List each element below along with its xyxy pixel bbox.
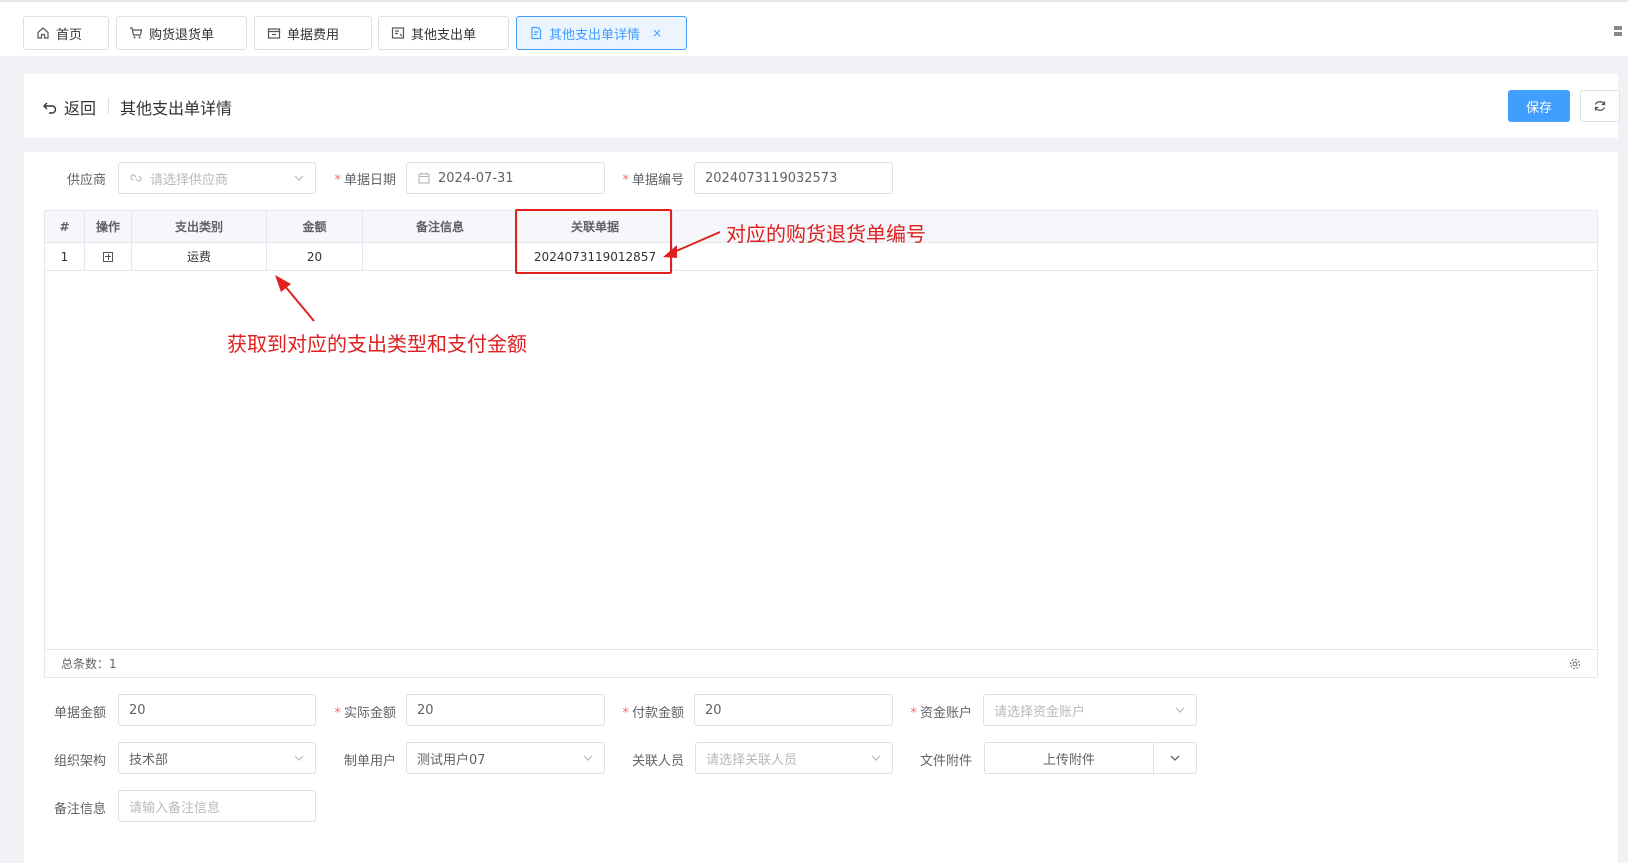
actual-amount-label: * 实际金额: [334, 706, 396, 721]
tab-label: 购货退货单: [149, 27, 215, 43]
back-button[interactable]: 返回: [42, 95, 96, 119]
table-footer: 总条数：1: [45, 649, 1597, 677]
doc-number-input[interactable]: 2024073119032573: [694, 162, 893, 194]
receipt-icon: [267, 26, 281, 40]
expand-icon[interactable]: [103, 251, 113, 262]
column-header: 支出类别: [132, 211, 267, 243]
chevron-down-icon: [1170, 755, 1180, 761]
attach-label: 文件附件: [919, 754, 972, 769]
annotation-category-note: 获取到对应的支出类型和支付金额: [227, 332, 527, 356]
person-label: 关联人员: [631, 754, 684, 769]
account-select[interactable]: 请选择资金账户: [983, 694, 1197, 726]
document-icon: [529, 26, 543, 40]
tab-other-expense[interactable]: 其他支出单: [378, 16, 509, 50]
row-filler: [673, 243, 1597, 271]
creator-select[interactable]: 测试用户07: [406, 742, 605, 774]
date-picker[interactable]: 2024-07-31: [406, 162, 605, 194]
category-cell[interactable]: 运费: [132, 243, 267, 271]
tab-other-expense-detail[interactable]: 其他支出单详情 ×: [516, 16, 687, 50]
chevron-down-icon: [1175, 707, 1185, 713]
divider: [108, 98, 109, 114]
cart-icon: [129, 26, 143, 40]
org-label: 组织架构: [53, 754, 106, 769]
pay-amount-input[interactable]: 20: [694, 694, 893, 726]
annotation-arrow-icon: [275, 275, 315, 322]
chevron-down-icon: [871, 755, 881, 761]
refresh-button[interactable]: [1580, 90, 1620, 122]
back-label: 返回: [64, 99, 97, 118]
home-icon: [36, 26, 50, 40]
remark-cell[interactable]: [363, 243, 518, 271]
upload-attachment-button[interactable]: 上传附件: [984, 742, 1197, 774]
actual-amount-input[interactable]: 20: [406, 694, 605, 726]
person-select[interactable]: 请选择关联人员: [695, 742, 893, 774]
calendar-icon: [417, 171, 431, 185]
pay-amount-label: * 付款金额: [622, 706, 684, 721]
tab-bar: 首页 购货退货单 单据费用 其他支出单 其他支出单详情 ×: [0, 0, 1628, 56]
upload-dropdown[interactable]: [1154, 743, 1196, 773]
total-count: 总条数：1: [61, 657, 117, 671]
more-icon[interactable]: [1614, 24, 1626, 38]
link-icon: [129, 171, 143, 185]
column-header: 操作: [85, 211, 132, 243]
page-title: 其他支出单详情: [120, 99, 233, 118]
org-select[interactable]: 技术部: [118, 742, 316, 774]
tab-label: 单据费用: [287, 27, 340, 43]
doc-amount-label: 单据金额: [53, 706, 106, 721]
supplier-select[interactable]: 请选择供应商: [118, 162, 316, 194]
chevron-down-icon: [294, 755, 304, 761]
gear-icon[interactable]: [1569, 658, 1581, 670]
tab-label: 首页: [56, 27, 83, 43]
row-index: 1: [45, 243, 85, 271]
tab-label: 其他支出单: [411, 27, 477, 43]
account-label: * 资金账户: [910, 706, 972, 721]
upload-label[interactable]: 上传附件: [985, 743, 1154, 773]
column-header: #: [45, 211, 85, 243]
tab-home[interactable]: 首页: [23, 16, 109, 50]
annotation-related-note: 对应的购货退货单编号: [726, 222, 926, 246]
tab-purchase-return[interactable]: 购货退货单: [116, 16, 247, 50]
chevron-down-icon: [294, 175, 304, 181]
detail-form-card: 供应商 请选择供应商 * 单据日期 2024-07-31 * 单据编号 202407…: [24, 152, 1618, 863]
date-label: * 单据日期: [334, 173, 396, 188]
remark-label: 备注信息: [53, 802, 106, 817]
column-header: 备注信息: [363, 211, 518, 243]
supplier-label: 供应商: [66, 173, 106, 188]
column-header: 金额: [267, 211, 363, 243]
chevron-down-icon: [583, 755, 593, 761]
tab-label: 其他支出单详情: [549, 27, 641, 43]
number-label: * 单据编号: [622, 173, 684, 188]
tab-doc-fee[interactable]: 单据费用: [254, 16, 372, 50]
back-icon: [43, 102, 57, 114]
creator-label: 制单用户: [343, 754, 396, 769]
page-header: 返回 其他支出单详情 保存: [24, 74, 1620, 138]
remark-input[interactable]: 请输入备注信息: [118, 790, 316, 822]
payment-icon: [391, 26, 405, 40]
row-action-cell: [85, 243, 132, 271]
close-icon[interactable]: ×: [652, 26, 662, 40]
save-button[interactable]: 保存: [1508, 90, 1570, 122]
doc-amount-input[interactable]: 20: [118, 694, 316, 726]
refresh-icon: [1594, 101, 1606, 111]
